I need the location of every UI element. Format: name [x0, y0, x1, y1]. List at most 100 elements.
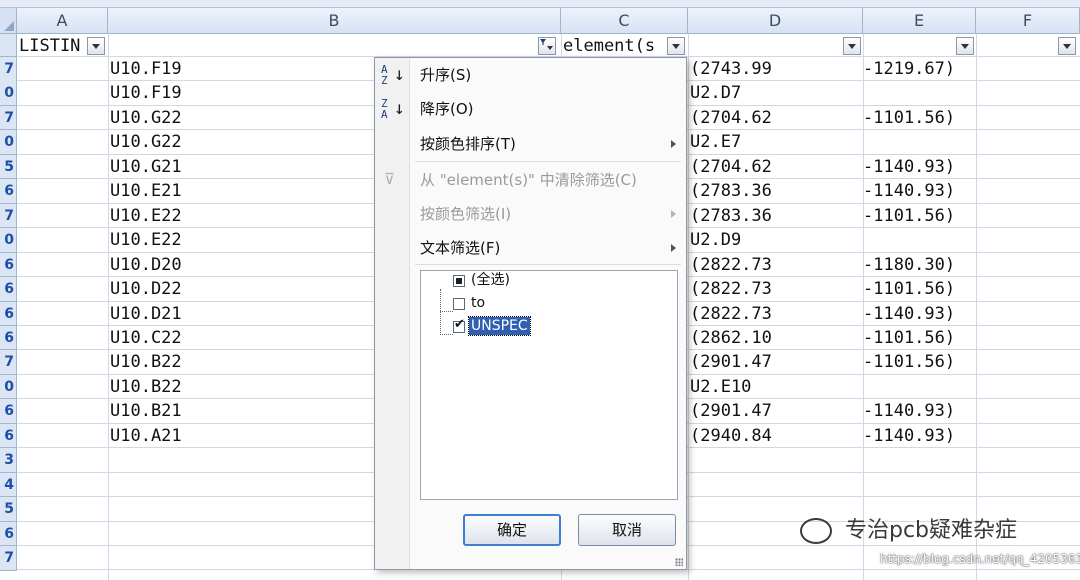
column-header-c[interactable]: C [561, 8, 688, 34]
filter-value-list[interactable]: (全选) to ✔ UNSPEC [420, 270, 678, 500]
cell-d[interactable]: (2704.62 [690, 106, 772, 130]
cell-b[interactable]: U10.D21 [110, 302, 182, 326]
cell-d[interactable]: (2901.47 [690, 399, 772, 423]
value-checkbox-to[interactable] [453, 298, 465, 310]
row-header[interactable]: 6 [0, 423, 17, 449]
value-label-unspec[interactable]: UNSPEC [468, 316, 531, 336]
tree-line [440, 311, 453, 312]
cell-b[interactable]: U10.B22 [110, 350, 182, 374]
row-header[interactable] [0, 34, 17, 57]
filter-dropdown-a[interactable] [87, 37, 105, 55]
row-header[interactable]: 6 [0, 277, 17, 302]
cell-b[interactable]: U10.E22 [110, 204, 182, 228]
sort-icon-letter: Z [381, 74, 388, 87]
menu-text-filter[interactable]: 文本筛选(F) [420, 234, 680, 262]
cell-b[interactable]: U10.F19 [110, 81, 182, 105]
row-header[interactable]: 6 [0, 301, 17, 326]
row-header[interactable]: 0 [0, 374, 17, 400]
select-all-corner[interactable] [0, 8, 17, 34]
row-header[interactable]: 5 [0, 154, 17, 180]
watermark-text: 专治pcb疑难杂症 [845, 518, 1018, 543]
row-header[interactable]: 6 [0, 521, 17, 547]
row-header[interactable]: 0 [0, 81, 17, 106]
menu-sort-by-color[interactable]: 按颜色排序(T) [420, 130, 680, 158]
cell-e[interactable]: -1101.56) [863, 326, 955, 350]
cell-d[interactable]: (2822.73 [690, 302, 772, 326]
filter-dropdown-c[interactable] [667, 37, 685, 55]
column-header-a[interactable]: A [17, 8, 108, 34]
watermark: 专治pcb疑难杂症 [800, 512, 1017, 544]
cell-d[interactable]: (2901.47 [690, 350, 772, 374]
resize-grip-icon[interactable] [675, 558, 683, 566]
filter-active-icon[interactable] [538, 37, 556, 55]
cell-b[interactable]: U10.E21 [110, 179, 182, 203]
cell-d[interactable]: (2783.36 [690, 179, 772, 203]
row-header[interactable]: 0 [0, 228, 17, 253]
cell-b[interactable]: U10.G21 [110, 155, 182, 179]
row-header[interactable]: 5 [0, 497, 17, 522]
cell-b[interactable]: U10.G22 [110, 106, 182, 130]
header-cell-a[interactable]: LISTIN [19, 35, 85, 57]
cell-d[interactable]: (2822.73 [690, 277, 772, 301]
row-header[interactable]: 4 [0, 472, 17, 498]
menu-sort-ascending[interactable]: 升序(S) [420, 61, 680, 89]
cell-e[interactable]: -1140.93) [863, 155, 955, 179]
row-header[interactable]: 7 [0, 203, 17, 229]
column-header-b[interactable]: B [108, 8, 561, 34]
value-label-to[interactable]: to [471, 294, 485, 312]
cell-d[interactable]: U2.D9 [690, 228, 741, 252]
value-checkbox-unspec[interactable]: ✔ [453, 317, 465, 333]
filter-dropdown-d[interactable] [843, 37, 861, 55]
cell-b[interactable]: U10.B22 [110, 375, 182, 399]
cell-e[interactable]: -1180.30) [863, 253, 955, 277]
select-all-label[interactable]: (全选) [471, 271, 510, 289]
filter-dropdown-f[interactable] [1058, 37, 1076, 55]
cell-d[interactable]: (2783.36 [690, 204, 772, 228]
cell-e[interactable]: -1101.56) [863, 106, 955, 130]
cell-e[interactable]: -1219.67) [863, 57, 955, 81]
cell-b[interactable]: U10.E22 [110, 228, 182, 252]
row-header[interactable]: 6 [0, 252, 17, 278]
header-cell-c[interactable]: element(s [563, 35, 665, 57]
cell-d[interactable]: U2.E10 [690, 375, 751, 399]
cell-b[interactable]: U10.D20 [110, 253, 182, 277]
row-header[interactable]: 6 [0, 399, 17, 424]
cell-d[interactable]: (2940.84 [690, 424, 772, 448]
cancel-button[interactable]: 取消 [578, 514, 676, 546]
row-header[interactable]: 7 [0, 350, 17, 375]
cell-e[interactable]: -1101.56) [863, 350, 955, 374]
row-header[interactable]: 0 [0, 130, 17, 155]
row-header[interactable]: 7 [0, 57, 17, 82]
cell-d[interactable]: (2743.99 [690, 57, 772, 81]
cell-b[interactable]: U10.C22 [110, 326, 182, 350]
sort-ascending-icon: A Z ↓ [381, 64, 405, 90]
row-header[interactable]: 6 [0, 179, 17, 204]
cell-b[interactable]: U10.G22 [110, 130, 182, 154]
column-header-d[interactable]: D [688, 8, 863, 34]
cell-d[interactable]: (2862.10 [690, 326, 772, 350]
cell-b[interactable]: U10.D22 [110, 277, 182, 301]
cell-b[interactable]: U10.A21 [110, 424, 182, 448]
cell-e[interactable]: -1140.93) [863, 302, 955, 326]
select-all-checkbox[interactable] [453, 275, 465, 287]
ok-button[interactable]: 确定 [463, 514, 561, 546]
cell-b[interactable]: U10.B21 [110, 399, 182, 423]
cell-d[interactable]: (2822.73 [690, 253, 772, 277]
cell-d[interactable]: U2.E7 [690, 130, 741, 154]
cell-e[interactable]: -1140.93) [863, 399, 955, 423]
cell-e[interactable]: -1101.56) [863, 277, 955, 301]
column-header-f[interactable]: F [976, 8, 1080, 34]
cell-e[interactable]: -1101.56) [863, 204, 955, 228]
filter-dropdown-e[interactable] [956, 37, 974, 55]
cell-d[interactable]: (2704.62 [690, 155, 772, 179]
column-header-e[interactable]: E [863, 8, 976, 34]
row-header[interactable]: 3 [0, 448, 17, 473]
menu-sort-descending[interactable]: 降序(O) [420, 95, 680, 123]
cell-b[interactable]: U10.F19 [110, 57, 182, 81]
row-header[interactable]: 6 [0, 325, 17, 351]
row-header[interactable]: 7 [0, 546, 17, 571]
cell-e[interactable]: -1140.93) [863, 424, 955, 448]
row-header[interactable]: 7 [0, 105, 17, 131]
cell-d[interactable]: U2.D7 [690, 81, 741, 105]
cell-e[interactable]: -1140.93) [863, 179, 955, 203]
